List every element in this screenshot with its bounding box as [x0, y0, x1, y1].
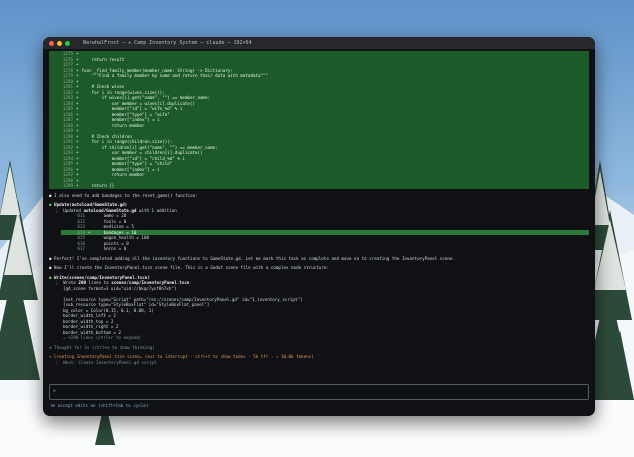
diff-line: 617 horns = 0	[61, 246, 589, 252]
diff-marker: +	[76, 73, 79, 78]
window-title: NarwhalFrost — ✳ Camp Inventory System —…	[83, 40, 252, 46]
code-text: # Check children	[81, 133, 132, 139]
update-diff-block: 611 ammo = 20 612 tools = 0 613 medicine =…	[49, 213, 589, 252]
result-prefix: Updated	[63, 207, 84, 213]
diff-marker: +	[76, 122, 79, 128]
code-text: return result	[81, 56, 125, 62]
code-text: member["index"] = i	[81, 117, 160, 122]
diff-marker: +	[76, 139, 79, 144]
status-text: Creating InventoryPanel.tscn scene… (esc…	[54, 354, 314, 359]
diff-line: 1299 + return {}	[49, 183, 589, 189]
code-text: # Check wives	[81, 84, 125, 89]
code-text: tools = 0	[93, 218, 127, 224]
diff-marker: +	[76, 133, 79, 139]
terminal-output: 1275 +1276 + return result 1277 +1278 + func _…	[43, 49, 595, 367]
code-text: return member	[81, 172, 145, 177]
code-text: member["type"] = "child"	[81, 161, 173, 166]
thinking-text: Thought for 3s (ctrl+o to show thinking)	[54, 344, 155, 350]
diff-marker: +	[76, 155, 79, 161]
line-number: 617	[77, 246, 85, 251]
diff-marker: +	[76, 84, 79, 89]
code-text: wagon_health = 100	[93, 235, 149, 240]
diff-marker: +	[76, 183, 79, 188]
prompt-caret: >	[53, 389, 56, 394]
code-text: member["id"] = "wife_%d" % i	[81, 106, 183, 111]
diff-marker: +	[76, 56, 79, 62]
todo-next-line: ⎿ Next: Create InventoryPanel.gd script	[49, 359, 157, 365]
message-text: Now I'll create the InventoryPanel.tscn …	[54, 265, 329, 270]
diff-marker	[88, 219, 91, 224]
diff-marker: +	[76, 62, 79, 67]
prompt-input[interactable]: >	[49, 384, 589, 400]
code-text: return {}	[81, 183, 115, 188]
diff-marker	[88, 213, 91, 218]
code-text: return member	[81, 122, 145, 128]
code-text: horns = 0	[93, 246, 127, 251]
diff-marker: +	[76, 78, 79, 84]
diff-marker: +	[76, 166, 79, 172]
tool-call-label: Write(scenes/camp/InventoryPanel.tscn)	[54, 274, 150, 280]
result-file: autoload/GameState.gd	[83, 207, 137, 213]
close-window-button[interactable]	[49, 40, 54, 46]
code-text: ammo = 20	[93, 213, 127, 218]
minimize-window-button[interactable]	[57, 40, 62, 46]
diff-marker: +	[76, 51, 79, 56]
code-text: var member = wives[i].duplicate()	[81, 100, 195, 106]
code-diff-block: 1275 +1276 + return result 1277 +1278 + func _…	[49, 51, 589, 189]
diff-marker: +	[88, 229, 91, 235]
result-prefix: Wrote	[63, 280, 79, 285]
diff-marker: +	[76, 144, 79, 150]
code-text: medicine = 5	[93, 224, 134, 229]
maximize-window-button[interactable]	[65, 40, 70, 46]
code-text: bandages = 10	[93, 229, 137, 235]
diff-marker: +	[76, 172, 79, 177]
diff-marker: +	[76, 117, 79, 122]
diff-marker: +	[76, 161, 79, 166]
todo-next-text: Next: Create InventoryPanel.gd script	[63, 359, 157, 365]
code-text: for i in range(wives.size()):	[81, 89, 165, 95]
result-count: 200	[78, 280, 86, 285]
diff-marker: +	[76, 111, 79, 117]
diff-marker: +	[76, 95, 79, 100]
code-text: member["id"] = "child_%d" % i	[81, 155, 185, 161]
diff-marker	[88, 235, 91, 240]
diff-marker: +	[76, 128, 79, 133]
result-mid: lines to	[86, 280, 112, 285]
diff-marker	[88, 224, 91, 229]
code-text: if wives[i].get("name", "") == member_na…	[81, 95, 211, 100]
code-text: var member = children[i].duplicate()	[81, 150, 203, 155]
code-text: if children[i].get("name", "") == member…	[81, 144, 218, 150]
diff-marker	[88, 241, 91, 246]
diff-marker: +	[76, 106, 79, 111]
code-text: points = 0	[93, 240, 129, 246]
mode-footer[interactable]: ⏵⏵ accept edits on (shift+tab to cycle)	[51, 403, 148, 408]
terminal-window: NarwhalFrost — ✳ Camp Inventory System —…	[43, 37, 595, 416]
diff-marker: +	[76, 67, 79, 73]
terminal-titlebar: NarwhalFrost — ✳ Camp Inventory System —…	[43, 37, 595, 49]
diff-marker	[88, 246, 91, 251]
result-suffix: with 1 addition	[136, 207, 177, 213]
diff-marker: +	[76, 100, 79, 106]
message-text: I also need to add bandages to the reset…	[54, 192, 198, 198]
diff-marker: +	[76, 177, 79, 183]
tool-call-label: Update(autoload/GameState.gd)	[54, 202, 128, 207]
message-text: Perfect! I've completed adding all the i…	[54, 255, 455, 261]
code-text: member["type"] = "wife"	[81, 111, 170, 117]
line-number: 1299	[62, 183, 73, 188]
write-preview-block: [gd_scene format=3 uid="uid://bkqc7yxf8h…	[49, 286, 589, 336]
code-text: for i in range(children.size()):	[81, 139, 173, 144]
code-text: member["index"] = i	[81, 166, 160, 172]
code-text: func _find_family_member(member_name: St…	[81, 67, 233, 73]
diff-marker: +	[76, 150, 79, 155]
diff-marker: +	[76, 89, 79, 95]
code-text: """Find a family member by name and retu…	[81, 73, 269, 78]
result-file: scenes/camp/InventoryPanel.tscn	[111, 280, 190, 285]
